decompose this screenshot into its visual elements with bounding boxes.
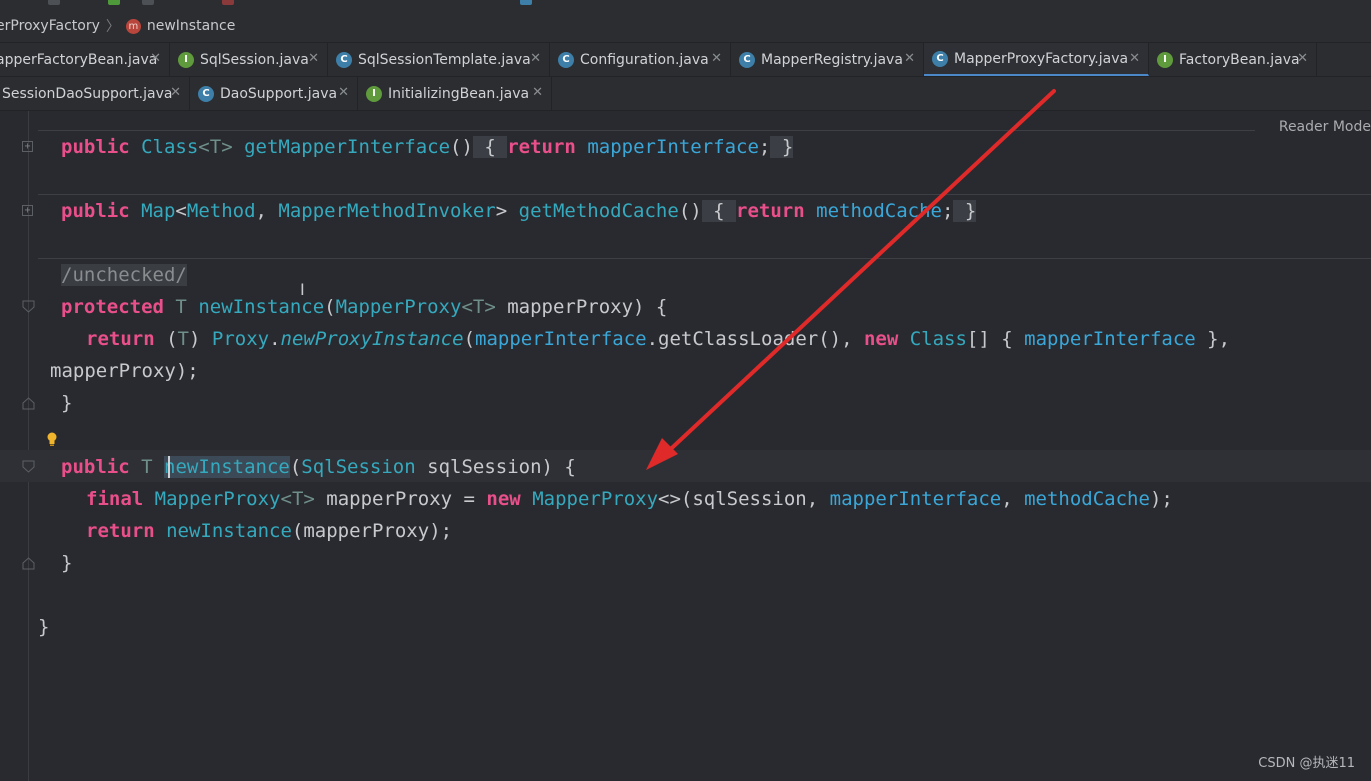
watermark: CSDN @执迷11 — [1258, 756, 1355, 771]
red-arrow-annotation — [646, 89, 1056, 470]
